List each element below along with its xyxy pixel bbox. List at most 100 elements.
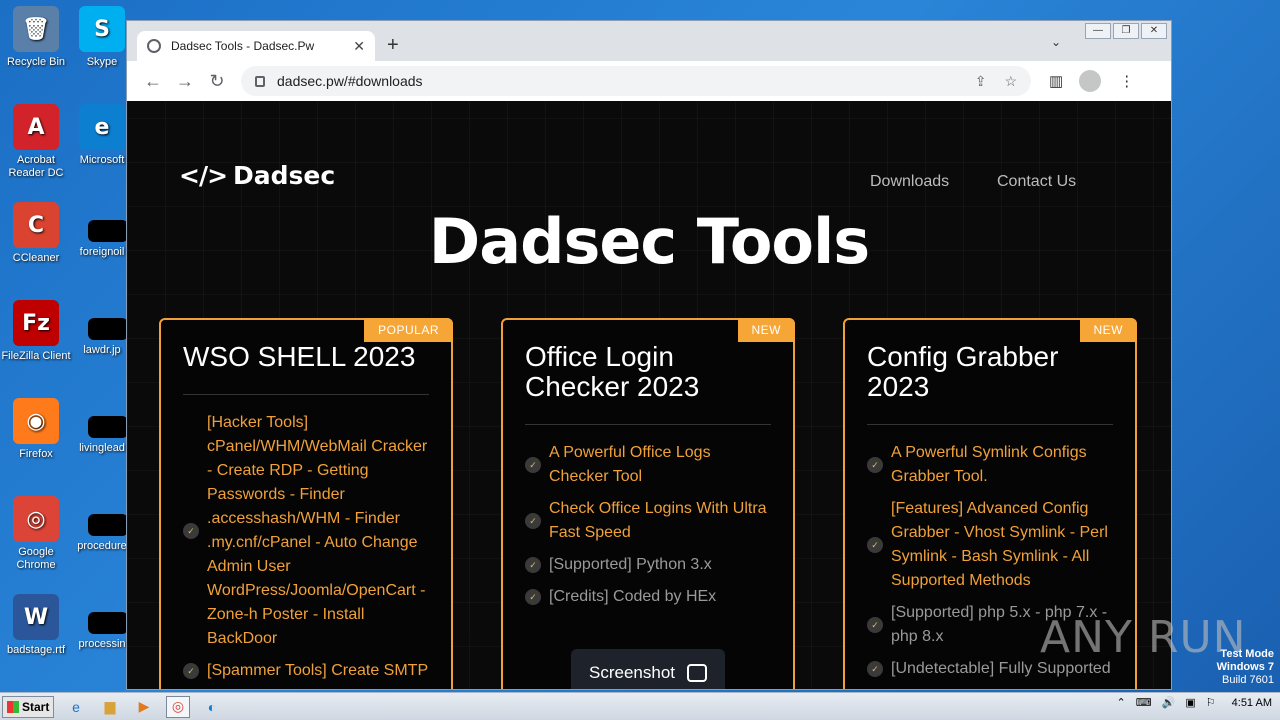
feature-item: ✓ [Hacker Tools] cPanel/WHM/WebMail Crack…	[183, 411, 429, 651]
card-title: Office Login Checker 2023	[525, 341, 700, 402]
product-card[interactable]: NEW Office Login Checker 2023 ✓ A Powerful …	[501, 318, 795, 689]
bookmark-star-icon[interactable]: ☆	[1004, 73, 1017, 90]
window-controls: — ❐ ✕	[1085, 23, 1167, 39]
nav-contact-link[interactable]: Contact Us	[997, 173, 1076, 191]
start-button[interactable]: Start	[2, 695, 54, 718]
image-icon	[687, 664, 707, 682]
desktop-icon[interactable]: ◎ Google Chrome	[0, 496, 72, 572]
share-icon[interactable]: ⇪	[975, 73, 987, 90]
desktop-icon-label: CCleaner	[12, 252, 60, 264]
feature-text: [Credits] Coded by HEx	[549, 588, 717, 605]
app-icon: 🗑	[13, 6, 59, 52]
feature-text: A Powerful Symlink Configs Grabber Tool.	[891, 444, 1087, 485]
restore-button[interactable]: ❐	[1113, 23, 1139, 39]
desktop-icon[interactable]: Fz FileZilla Client	[0, 300, 72, 363]
menu-kebab-icon[interactable]: ⋮	[1119, 72, 1134, 90]
screenshot-label: Screenshot	[589, 663, 675, 682]
desktop-icon[interactable]: 🗑 Recycle Bin	[0, 6, 72, 69]
logo-code-icon: </>	[179, 161, 228, 190]
browser-window: — ❐ ✕ Dadsec Tools - Dadsec.Pw ✕ + ⌄ ← →…	[126, 20, 1172, 690]
feature-item: ✓ [Supported] Python 3.x	[525, 553, 771, 577]
desktop-icon[interactable]: C CCleaner	[0, 202, 72, 265]
card-divider	[867, 424, 1113, 425]
feature-item: ✓ [Spammer Tools] Create SMTP	[183, 659, 429, 683]
chrome-taskbar-icon[interactable]: ◎	[166, 695, 190, 718]
feature-text: [Supported] Python 3.x	[549, 556, 712, 573]
lock-icon	[255, 75, 265, 87]
card-badge: POPULAR	[364, 318, 453, 342]
close-window-button[interactable]: ✕	[1141, 23, 1167, 39]
network-icon[interactable]: ▣	[1185, 696, 1195, 709]
site-logo[interactable]: </> Dadsec	[179, 161, 335, 190]
app-icon: C	[13, 202, 59, 248]
card-badge: NEW	[737, 318, 795, 342]
address-bar[interactable]: dadsec.pw/#downloads ⇪ ☆	[241, 66, 1031, 96]
feature-item: ✓ [Features] Advanced Config Grabber - Vh…	[867, 497, 1113, 593]
tab-title: Dadsec Tools - Dadsec.Pw	[171, 39, 315, 53]
folder-icon[interactable]: ▆	[98, 696, 122, 718]
app-icon	[88, 612, 128, 634]
app-icon	[88, 416, 128, 438]
app-icon: A	[13, 104, 59, 150]
app-icon: W	[13, 594, 59, 640]
edge-icon[interactable]: ◐	[200, 696, 224, 718]
hero-title: Dadsec Tools	[428, 205, 870, 278]
feature-text: [Spammer Tools] Create SMTP	[207, 662, 429, 679]
system-tray: ⌃ ⌨ 🔊 ▣ ⚐ 4:51 AM	[1107, 696, 1272, 710]
flag-icon[interactable]: ⚐	[1206, 696, 1216, 709]
desktop-icon-label: Firefox	[19, 448, 53, 460]
keyboard-icon[interactable]: ⌨	[1136, 696, 1152, 709]
feature-text: A Powerful Office Logs Checker Tool	[549, 444, 711, 485]
ie-icon[interactable]: e	[64, 696, 88, 718]
desktop-icon[interactable]: Wbadstage.rtf	[0, 594, 72, 657]
tab-close-icon[interactable]: ✕	[353, 38, 365, 55]
test-mode-notice: Test Mode Windows 7 Build 7601	[1216, 648, 1274, 686]
app-icon	[88, 514, 128, 536]
app-icon: ◉	[13, 398, 59, 444]
product-card[interactable]: POPULAR WSO SHELL 2023 ✓ [Hacker Tools] cPa…	[159, 318, 453, 689]
browser-tab[interactable]: Dadsec Tools - Dadsec.Pw ✕	[137, 31, 375, 61]
clock[interactable]: 4:51 AM	[1232, 697, 1272, 709]
feature-item: ✓ A Powerful Symlink Configs Grabber Tool…	[867, 441, 1113, 489]
forward-arrow-icon[interactable]: →	[169, 71, 201, 92]
volume-icon[interactable]: 🔊	[1162, 696, 1176, 709]
app-icon: S	[79, 6, 125, 52]
browser-toolbar: ← → ↻ dadsec.pw/#downloads ⇪ ☆ ▥ ⋮	[127, 61, 1171, 101]
feature-text: Check Office Logins With Ultra Fast Spee…	[549, 500, 767, 541]
new-tab-button[interactable]: +	[387, 34, 399, 57]
check-icon: ✓	[183, 523, 199, 539]
side-panel-icon[interactable]: ▥	[1049, 72, 1063, 90]
desktop-icon[interactable]: ◉ Firefox	[0, 398, 72, 461]
tray-arrow-icon[interactable]: ⌃	[1117, 696, 1126, 709]
logo-text: Dadsec	[233, 161, 336, 190]
desktop-icon[interactable]: A Acrobat Reader DC	[0, 104, 72, 180]
desktop-icon-label: Google Chrome	[16, 546, 56, 571]
screenshot-button[interactable]: Screenshot	[571, 649, 725, 689]
anyrun-watermark: ANY RUN	[1040, 612, 1247, 663]
check-icon: ✓	[525, 457, 541, 473]
card-title: WSO SHELL 2023	[183, 341, 416, 372]
app-icon: ◎	[13, 496, 59, 542]
check-icon: ✓	[525, 557, 541, 573]
minimize-button[interactable]: —	[1085, 23, 1111, 39]
card-divider	[525, 424, 771, 425]
chevron-down-icon[interactable]: ⌄	[1051, 35, 1061, 49]
feature-item: ✓ [Credits] Coded by HEx	[525, 585, 771, 609]
profile-avatar[interactable]	[1079, 70, 1102, 92]
desktop-icon-label: badstage.rtf	[6, 644, 66, 656]
card-badge: NEW	[1079, 318, 1137, 342]
check-icon: ✓	[867, 617, 883, 633]
media-player-icon[interactable]: ▶	[132, 696, 156, 718]
nav-downloads-link[interactable]: Downloads	[870, 173, 949, 191]
check-icon: ✓	[525, 589, 541, 605]
feature-text: [Hacker Tools] cPanel/WHM/WebMail Cracke…	[207, 414, 428, 647]
app-icon	[88, 220, 128, 242]
feature-text: [Features] Advanced Config Grabber - Vho…	[891, 500, 1108, 589]
web-page: </> Dadsec Downloads Contact Us Dadsec To…	[127, 101, 1171, 689]
globe-icon	[147, 39, 161, 53]
desktop-icon-label: FileZilla Client	[1, 350, 71, 362]
back-arrow-icon[interactable]: ←	[137, 71, 169, 92]
reload-icon[interactable]: ↻	[201, 71, 233, 92]
card-title: Config Grabber 2023	[867, 341, 1059, 402]
desktop-icon-label: Acrobat Reader DC	[8, 154, 64, 179]
